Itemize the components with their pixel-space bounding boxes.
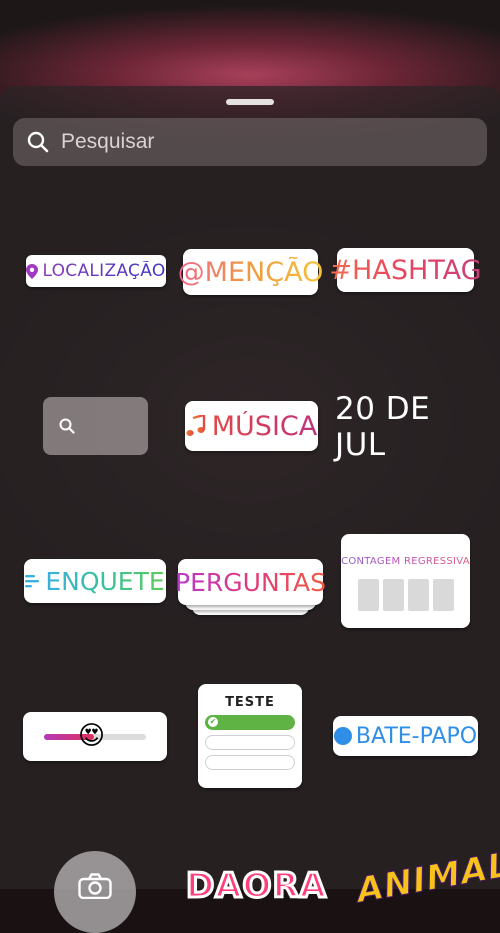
poll-lines-icon xyxy=(25,575,40,588)
search-input[interactable] xyxy=(59,129,463,155)
date-sticker[interactable]: 20 DE JUL xyxy=(335,391,475,463)
location-label: LOCALIZAÇÃO xyxy=(42,261,166,281)
search-bar[interactable] xyxy=(13,118,487,166)
countdown-digits xyxy=(357,579,454,611)
countdown-digit-box xyxy=(357,579,379,611)
drag-handle[interactable] xyxy=(226,99,274,105)
chat-bubble-icon xyxy=(333,727,352,745)
poll-sticker[interactable]: ENQUETE xyxy=(24,559,166,603)
mention-label: @MENÇÃO xyxy=(177,256,324,288)
countdown-digit-box xyxy=(382,579,404,611)
chat-label: BATE-PAPO xyxy=(355,723,478,749)
questions-label: PERGUNTAS xyxy=(175,567,326,597)
poll-label: ENQUETE xyxy=(45,566,165,596)
search-icon xyxy=(59,418,75,434)
music-sticker[interactable]: MÚSICA xyxy=(185,401,318,451)
countdown-label: CONTAGEM REGRESSIVA xyxy=(341,556,470,567)
quiz-sticker[interactable]: TESTE ✔ xyxy=(198,684,302,788)
countdown-sticker[interactable]: CONTAGEM REGRESSIVA xyxy=(341,534,470,628)
hashtag-label: #HASHTAG xyxy=(329,254,482,286)
questions-sticker[interactable]: PERGUNTAS xyxy=(175,559,326,615)
music-label: MÚSICA xyxy=(211,410,318,442)
hashtag-sticker[interactable]: #HASHTAG xyxy=(329,248,482,292)
countdown-digit-box xyxy=(407,579,429,611)
location-pin-icon xyxy=(26,263,39,279)
music-note-icon xyxy=(186,415,205,436)
daora-sticker[interactable]: DAORA xyxy=(185,865,328,908)
camera-sticker[interactable] xyxy=(54,851,136,933)
location-sticker[interactable]: LOCALIZAÇÃO xyxy=(26,255,166,287)
quiz-label: TESTE xyxy=(225,695,275,710)
chat-sticker[interactable]: BATE-PAPO xyxy=(333,716,478,756)
emoji-slider-sticker[interactable]: 😍 xyxy=(23,712,167,761)
quiz-correct-option: ✔ xyxy=(205,715,295,730)
quiz-option xyxy=(205,755,295,770)
camera-icon xyxy=(78,873,112,899)
quiz-option xyxy=(205,735,295,750)
gif-search-sticker[interactable] xyxy=(43,397,148,455)
heart-eyes-emoji-icon: 😍 xyxy=(78,721,106,751)
mention-sticker[interactable]: @MENÇÃO xyxy=(178,249,323,295)
search-icon xyxy=(27,131,49,153)
checkmark-icon: ✔ xyxy=(208,717,218,727)
questions-card: PERGUNTAS xyxy=(175,559,326,605)
countdown-digit-box xyxy=(432,579,454,611)
